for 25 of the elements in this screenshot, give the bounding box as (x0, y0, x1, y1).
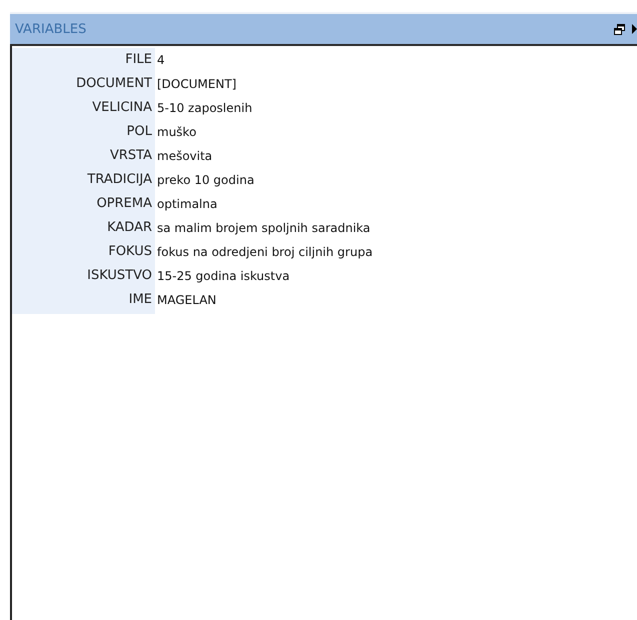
variable-name: IME (12, 288, 155, 314)
variable-name: DOCUMENT (12, 72, 155, 96)
variable-value: fokus na odredjeni broj ciljnih grupa (156, 244, 373, 261)
variable-value: 5-10 zaposlenih (156, 100, 254, 117)
variable-value: 4 (156, 52, 166, 69)
variable-value: 15-25 godina iskustva (156, 268, 291, 285)
variable-value: [DOCUMENT] (156, 76, 238, 93)
variable-name: VRSTA (12, 144, 155, 168)
variable-value: mešovita (156, 148, 214, 165)
variable-value: preko 10 godina (156, 172, 256, 189)
variable-name: KADAR (12, 216, 155, 240)
variable-value: MAGELAN (156, 292, 218, 309)
play-arrow-icon[interactable] (632, 24, 637, 34)
variable-name: POL (12, 120, 155, 144)
variable-value: optimalna (156, 196, 218, 213)
variable-name: FILE (12, 48, 155, 72)
panel-title: VARIABLES (15, 22, 86, 36)
variable-value: muško (156, 124, 198, 141)
restore-window-icon[interactable] (614, 24, 625, 34)
variable-value: sa malim brojem spoljnih saradnika (156, 220, 372, 237)
variable-name: FOKUS (12, 240, 155, 264)
variable-name: OPREMA (12, 192, 155, 216)
variable-name: VELICINA (12, 96, 155, 120)
variable-name: TRADICIJA (12, 168, 155, 192)
variable-name: ISKUSTVO (12, 264, 155, 288)
